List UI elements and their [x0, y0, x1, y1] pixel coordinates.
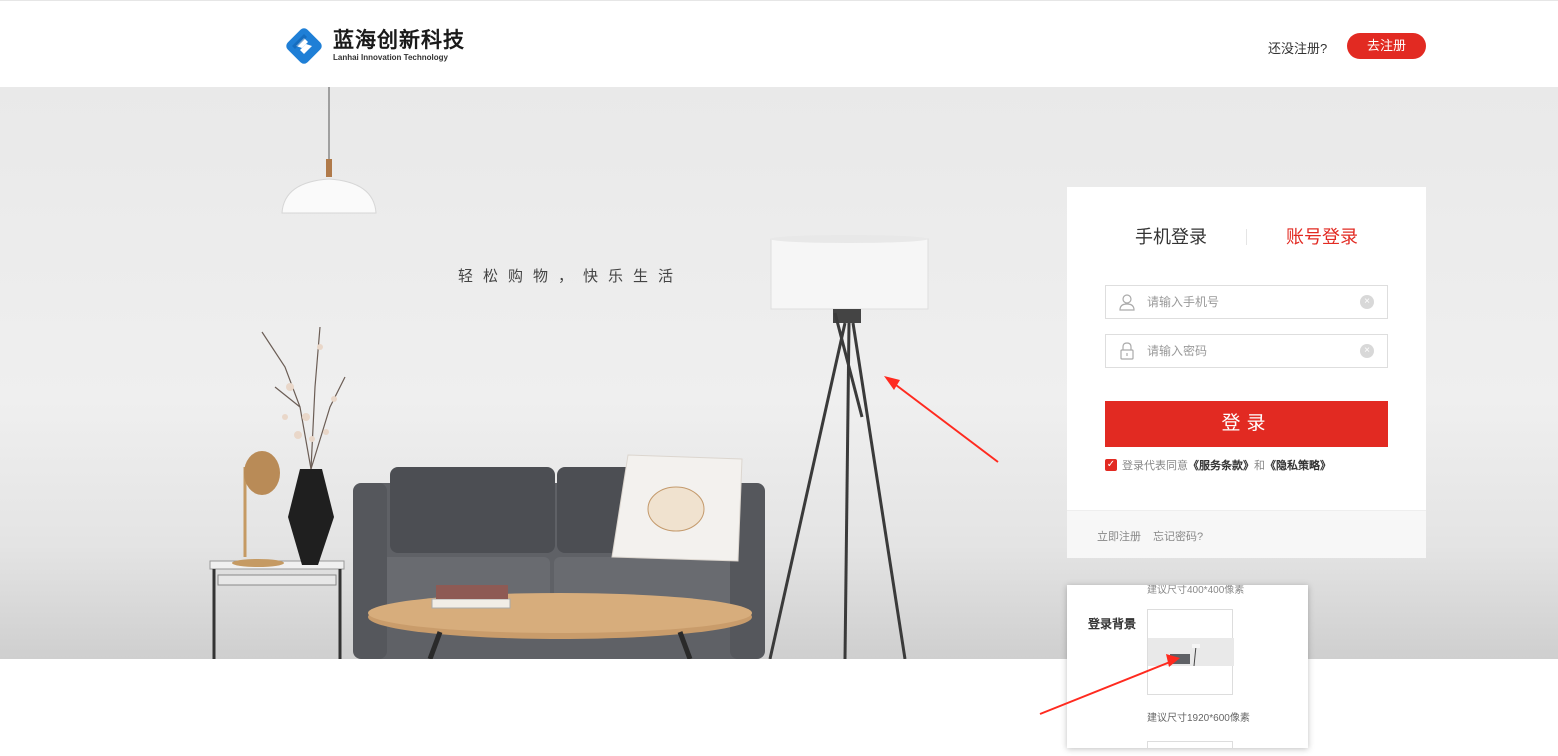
previous-size-hint: 建议尺寸400*400像素 — [1147, 585, 1245, 596]
login-card: 手机登录 账号登录 × × 登录 ✓ 登录代表同意 《服务条款》 — [1067, 187, 1426, 558]
register-prompt: 还没注册? — [1268, 41, 1328, 56]
logo[interactable]: 蓝海创新科技 Lanhai Innovation Technology — [281, 23, 465, 69]
login-tabs: 手机登录 账号登录 — [1067, 225, 1426, 249]
go-register-button[interactable]: 去注册 — [1347, 33, 1426, 59]
header: 蓝海创新科技 Lanhai Innovation Technology 还没注册… — [0, 1, 1558, 87]
password-field[interactable]: × — [1105, 334, 1388, 368]
clear-password-icon[interactable]: × — [1360, 344, 1374, 358]
phone-input[interactable] — [1147, 293, 1347, 311]
phone-field[interactable]: × — [1105, 285, 1388, 319]
background-thumbnail[interactable] — [1147, 609, 1234, 695]
tab-divider — [1246, 229, 1247, 245]
thumbnail-preview — [1148, 638, 1234, 666]
agreement-row: ✓ 登录代表同意 《服务条款》 和 《隐私策略》 — [1105, 457, 1331, 473]
logo-icon — [286, 28, 322, 64]
lock-icon — [1120, 342, 1134, 360]
terms-link[interactable]: 《服务条款》 — [1188, 457, 1254, 473]
agree-checkbox[interactable]: ✓ — [1105, 459, 1117, 471]
login-background-label: 登录背景 — [1088, 617, 1137, 631]
hero-tagline: 轻松购物，快乐生活 — [458, 268, 684, 285]
tab-phone-login[interactable]: 手机登录 — [1135, 225, 1207, 249]
logo-title: 蓝海创新科技 — [333, 29, 465, 52]
forgot-password-link[interactable]: 忘记密码? — [1153, 528, 1203, 544]
background-setting-popup: 建议尺寸400*400像素 登录背景 建议尺寸1920*600像素 — [1067, 585, 1308, 748]
login-button[interactable]: 登录 — [1105, 401, 1388, 447]
password-input[interactable] — [1147, 342, 1347, 360]
clear-phone-icon[interactable]: × — [1360, 295, 1374, 309]
and-text: 和 — [1254, 460, 1265, 472]
register-now-link[interactable]: 立即注册 — [1097, 528, 1141, 544]
tab-account-login[interactable]: 账号登录 — [1286, 225, 1358, 249]
user-icon — [1119, 294, 1135, 311]
logo-subtitle: Lanhai Innovation Technology — [333, 53, 448, 62]
agree-text: 登录代表同意 — [1122, 460, 1188, 472]
page: 蓝海创新科技 Lanhai Innovation Technology 还没注册… — [0, 0, 1558, 756]
size-hint: 建议尺寸1920*600像素 — [1147, 713, 1250, 724]
login-card-footer: 立即注册 忘记密码? — [1067, 510, 1426, 558]
next-thumbnail[interactable] — [1147, 741, 1233, 748]
privacy-link[interactable]: 《隐私策略》 — [1265, 457, 1331, 473]
